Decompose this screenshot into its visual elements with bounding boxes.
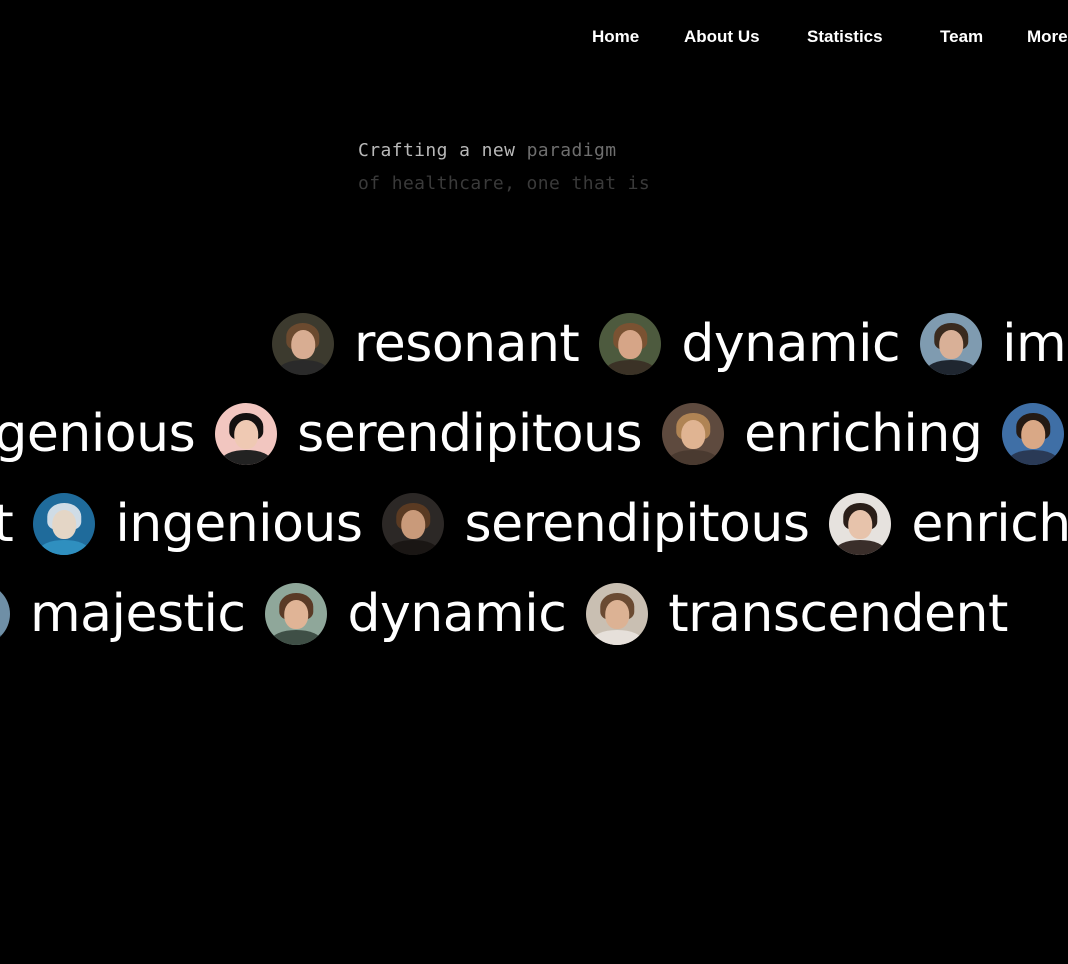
avatar-body — [605, 360, 656, 375]
avatar-body — [271, 630, 322, 645]
marquee-word: dynamic — [347, 584, 567, 644]
marquee-word: dynamic — [681, 314, 901, 374]
marquee-track: majestic dynamic transcendent — [0, 579, 1026, 649]
avatar-body — [926, 360, 976, 375]
marquee-word: enriching — [744, 404, 983, 464]
avatar-portrait-icon — [1002, 403, 1065, 465]
avatar-face — [939, 330, 963, 359]
marquee-word: ingenious — [115, 494, 363, 554]
avatar-portrait-icon — [586, 583, 649, 645]
avatar-body — [1008, 450, 1059, 465]
avatar-body — [39, 540, 90, 555]
avatar-portrait-icon — [382, 493, 445, 555]
marquee-track: resonant dynamic impactful — [270, 309, 1068, 379]
avatar-portrait-icon — [662, 403, 725, 465]
avatar-portrait-icon — [265, 583, 328, 645]
avatar-portrait-icon — [920, 313, 983, 375]
avatar-portrait-icon — [829, 493, 892, 555]
avatar-face — [618, 330, 643, 359]
marquee-row-3: resonant ingenious serendipitous enriching — [0, 489, 1068, 559]
avatar-portrait-icon — [215, 403, 278, 465]
avatar-portrait-icon — [0, 583, 10, 645]
marquee-row-2: ingenious serendipitous enriching — [0, 399, 1068, 469]
marquee-row-1: resonant dynamic impactful — [0, 309, 1068, 379]
marquee-word: impactful — [1002, 314, 1068, 374]
avatar-face — [681, 420, 705, 449]
avatar-face — [605, 600, 630, 629]
avatar-face — [401, 510, 426, 539]
marquee-word: transcendent — [668, 584, 1008, 644]
marquee-track: ingenious serendipitous enriching — [0, 399, 1066, 469]
avatar-body — [278, 360, 328, 375]
avatar-body — [388, 540, 439, 555]
avatar-face — [52, 510, 77, 539]
avatar-face — [234, 420, 258, 449]
avatar-face — [848, 510, 873, 539]
avatar-face — [284, 600, 309, 629]
avatar-body — [592, 630, 643, 645]
avatar-face — [291, 330, 315, 359]
avatar-body — [0, 630, 4, 645]
avatar-body — [668, 450, 718, 465]
marquee-word: resonant — [0, 494, 14, 554]
avatar-portrait-icon — [599, 313, 662, 375]
marquee-word: majestic — [30, 584, 246, 644]
avatar-body — [221, 450, 271, 465]
words-marquee: resonant dynamic impactful ingenious serendi… — [0, 0, 1068, 964]
marquee-row-4: majestic dynamic transcendent — [0, 579, 1068, 649]
avatar-portrait-icon — [272, 313, 334, 375]
marquee-word: resonant — [354, 314, 580, 374]
marquee-word: enriching — [911, 494, 1068, 554]
marquee-word: ingenious — [0, 404, 196, 464]
marquee-track: resonant ingenious serendipitous enriching — [0, 489, 1068, 559]
marquee-word: serendipitous — [464, 494, 810, 554]
avatar-body — [835, 540, 886, 555]
avatar-portrait-icon — [33, 493, 96, 555]
avatar-face — [1021, 420, 1046, 449]
marquee-word: serendipitous — [297, 404, 643, 464]
